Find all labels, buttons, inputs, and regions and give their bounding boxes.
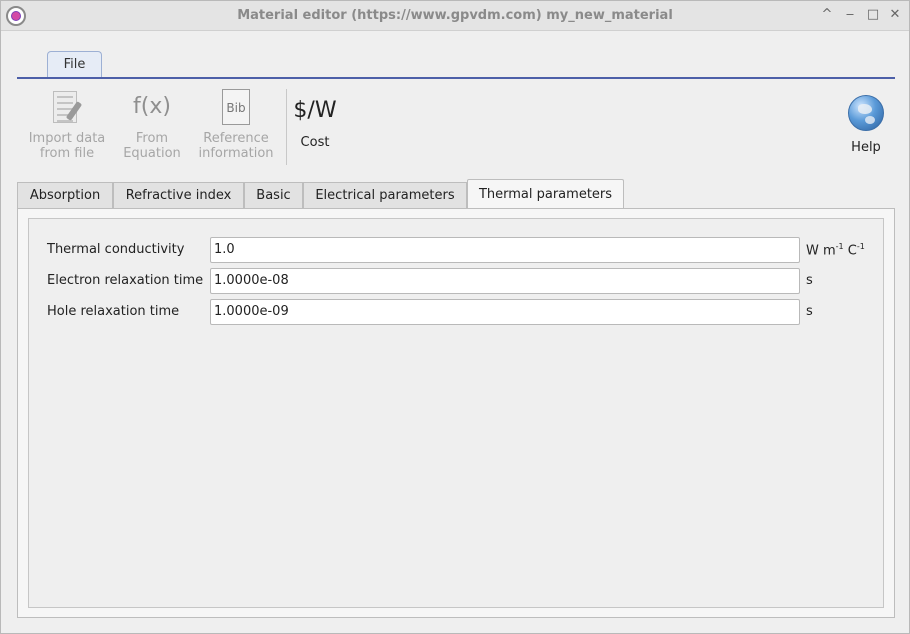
electron-relaxation-row: Electron relaxation time 1.0000e-08 s <box>29 268 883 294</box>
globe-icon <box>848 95 884 131</box>
tab-thermal-parameters[interactable]: Thermal parameters <box>467 179 624 209</box>
import-data-icon <box>49 89 85 125</box>
tab-basic[interactable]: Basic <box>244 182 303 209</box>
shade-button[interactable]: ^ <box>819 7 835 23</box>
from-equation-label: From Equation <box>123 131 181 161</box>
hole-relaxation-input[interactable]: 1.0000e-09 <box>210 299 800 325</box>
tab-panel: Thermal conductivity 1.0 W m-1 C-1 Elect… <box>17 208 895 618</box>
file-menu-tab[interactable]: File <box>47 51 102 78</box>
cost-label: Cost <box>300 135 330 150</box>
window-title: Material editor (https://www.gpvdm.com) … <box>237 8 673 23</box>
bib-document-icon: Bib <box>222 89 250 125</box>
tab-electrical-parameters[interactable]: Electrical parameters <box>303 182 467 209</box>
from-equation-button[interactable]: f(x) From Equation <box>117 89 187 161</box>
thermal-conductivity-unit: W m-1 C-1 <box>806 242 865 259</box>
title-bar: Material editor (https://www.gpvdm.com) … <box>1 1 909 31</box>
thermal-conductivity-input[interactable]: 1.0 <box>210 237 800 263</box>
toolbar-separator <box>286 89 287 165</box>
thermal-conductivity-label: Thermal conductivity <box>47 242 185 257</box>
reference-information-label: Reference information <box>198 131 274 161</box>
tab-refractive-index[interactable]: Refractive index <box>113 182 244 209</box>
import-data-label: Import data from file <box>28 131 106 161</box>
cost-icon: $/W <box>293 98 337 123</box>
material-editor-window: Material editor (https://www.gpvdm.com) … <box>0 0 910 634</box>
help-button[interactable]: Help <box>839 95 893 155</box>
import-data-button[interactable]: Import data from file <box>23 89 111 161</box>
thermal-conductivity-row: Thermal conductivity 1.0 W m-1 C-1 <box>29 237 883 263</box>
electron-relaxation-input[interactable]: 1.0000e-08 <box>210 268 800 294</box>
tab-absorption[interactable]: Absorption <box>17 182 113 209</box>
electron-relaxation-label: Electron relaxation time <box>47 273 204 288</box>
minimize-button[interactable]: ‒ <box>842 7 858 23</box>
close-button[interactable]: ✕ <box>887 7 903 23</box>
ribbon-divider <box>17 77 895 79</box>
cost-button[interactable]: $/W Cost <box>289 89 341 150</box>
thermal-parameters-group: Thermal conductivity 1.0 W m-1 C-1 Elect… <box>28 218 884 608</box>
reference-information-button[interactable]: Bib Reference information <box>191 89 281 161</box>
maximize-button[interactable]: □ <box>865 7 881 23</box>
hole-relaxation-unit: s <box>806 304 813 319</box>
function-icon: f(x) <box>133 94 171 119</box>
electron-relaxation-unit: s <box>806 273 813 288</box>
hole-relaxation-row: Hole relaxation time 1.0000e-09 s <box>29 299 883 325</box>
help-label: Help <box>851 140 881 155</box>
hole-relaxation-label: Hole relaxation time <box>47 304 180 319</box>
